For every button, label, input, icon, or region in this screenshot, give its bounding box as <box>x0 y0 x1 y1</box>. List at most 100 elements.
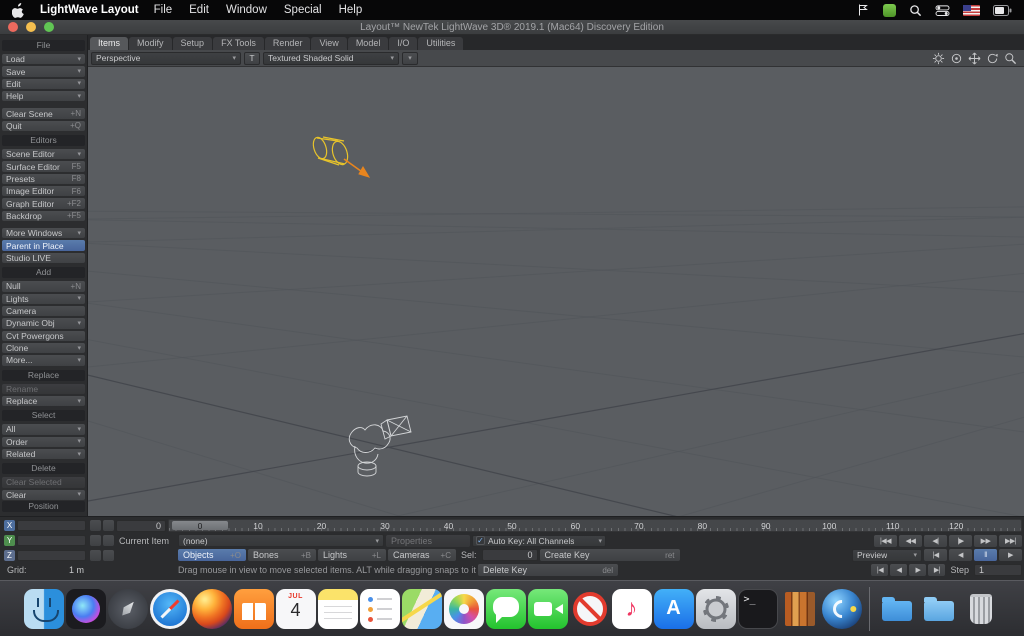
window-titlebar[interactable]: Layout™ NewTek LightWave 3D® 2019.1 (Mac… <box>0 20 1024 35</box>
x-value-field[interactable] <box>17 520 86 531</box>
sidebar-item-replace[interactable]: Replace▾ <box>2 396 85 406</box>
sidebar-item-edit[interactable]: Edit▾ <box>2 79 85 89</box>
battery-icon[interactable] <box>993 5 1012 16</box>
tab-view[interactable]: View <box>311 37 346 50</box>
sidebar-item-load[interactable]: Load▾ <box>2 54 85 64</box>
rotate-icon[interactable] <box>985 51 999 65</box>
sidebar-item-presets[interactable]: PresetsF8 <box>2 174 85 184</box>
create-key-button[interactable]: Create Key ret <box>540 549 680 561</box>
minimize-window-button[interactable] <box>26 22 36 32</box>
trash-dock-icon[interactable] <box>961 589 1001 629</box>
menu-edit[interactable]: Edit <box>189 4 209 16</box>
envelope-button[interactable] <box>90 535 101 546</box>
tab-utilities[interactable]: Utilities <box>418 37 463 50</box>
lightwave-dock-icon[interactable] <box>822 589 862 629</box>
music-dock-icon[interactable]: ♪ <box>612 589 652 629</box>
sidebar-item-studio-live[interactable]: Studio LIVE <box>2 253 85 263</box>
sidebar-item-order[interactable]: Order▾ <box>2 437 85 447</box>
properties-button[interactable]: Properties <box>386 535 470 547</box>
sidebar-item-parent-in-place[interactable]: Parent in Place <box>2 240 85 250</box>
blocked-dock-icon[interactable] <box>570 589 610 629</box>
sidebar-item-surface-editor[interactable]: Surface EditorF5 <box>2 161 85 171</box>
sidebar-item-clear-selected[interactable]: Clear Selected <box>2 477 85 487</box>
menu-window[interactable]: Window <box>226 4 267 16</box>
sidebar-item-related[interactable]: Related▾ <box>2 449 85 459</box>
tab-setup[interactable]: Setup <box>173 37 213 50</box>
system-preferences-dock-icon[interactable] <box>696 589 736 629</box>
step-transport-button-2[interactable]: ▶ <box>909 564 926 576</box>
facetime-dock-icon[interactable] <box>528 589 568 629</box>
preview-dropdown[interactable]: Preview ▾ <box>852 549 922 562</box>
menu-special[interactable]: Special <box>284 4 322 16</box>
photos-dock-icon[interactable] <box>444 589 484 629</box>
checkbox-checked-icon[interactable]: ✓ <box>476 536 485 545</box>
sidebar-item-more[interactable]: More...▾ <box>2 355 85 365</box>
reminders-dock-icon[interactable] <box>360 589 400 629</box>
y-value-field[interactable] <box>17 535 86 546</box>
folder-downloads-dock-icon[interactable] <box>877 589 917 629</box>
sidebar-item-camera[interactable]: Camera <box>2 306 85 316</box>
perspective-viewport[interactable] <box>88 67 1024 516</box>
sidebar-item-graph-editor[interactable]: Graph Editor+F2 <box>2 198 85 208</box>
step-value-field[interactable]: 1 <box>974 564 1022 576</box>
timeline-ruler[interactable]: 0102030405060708090100110120 0 <box>168 519 1022 532</box>
sidebar-item-clear[interactable]: Clear▾ <box>2 490 85 500</box>
firefox-dock-icon[interactable] <box>192 589 232 629</box>
texture-button[interactable] <box>103 535 114 546</box>
gear-icon[interactable] <box>931 51 945 65</box>
pennant-icon[interactable] <box>856 3 870 17</box>
sidebar-item-help[interactable]: Help▾ <box>2 91 85 101</box>
sidebar-item-save[interactable]: Save▾ <box>2 66 85 76</box>
step-transport-button-1[interactable]: ◀ <box>890 564 907 576</box>
menubar-app-name[interactable]: LightWave Layout <box>40 4 139 16</box>
sidebar-item-clone[interactable]: Clone▾ <box>2 343 85 353</box>
z-value-field[interactable] <box>17 550 86 561</box>
sidebar-item-null[interactable]: Null+N <box>2 281 85 291</box>
preview-transport-button-3[interactable]: ▶ <box>999 549 1022 561</box>
step-transport-button-3[interactable]: ▶| <box>928 564 945 576</box>
tab-i-o[interactable]: I/O <box>389 37 417 50</box>
sidebar-item-all[interactable]: All▾ <box>2 424 85 434</box>
step-transport-button-0[interactable]: |◀ <box>871 564 888 576</box>
delete-key-button[interactable]: Delete Key del <box>478 564 618 576</box>
pan-icon[interactable] <box>967 51 981 65</box>
view-mode-dropdown[interactable]: Perspective ▾ <box>91 52 241 65</box>
x-axis-label[interactable]: X <box>4 520 15 531</box>
preview-transport-button-1[interactable]: ◀ <box>949 549 972 561</box>
tab-items[interactable]: Items <box>90 37 128 50</box>
lights-button[interactable]: Lights+L <box>318 549 386 561</box>
app-store-dock-icon[interactable]: A <box>654 589 694 629</box>
folder-documents-dock-icon[interactable] <box>919 589 959 629</box>
control-center-icon[interactable] <box>935 4 950 17</box>
texture-toggle-button[interactable]: T <box>244 52 260 65</box>
book-stack-dock-icon[interactable] <box>780 589 820 629</box>
tab-model[interactable]: Model <box>348 37 389 50</box>
sidebar-item-backdrop[interactable]: Backdrop+F5 <box>2 211 85 221</box>
sidebar-item-cvt-powergons[interactable]: Cvt Powergons <box>2 331 85 341</box>
apple-menu-icon[interactable] <box>12 3 25 18</box>
envelope-button[interactable] <box>90 520 101 531</box>
current-item-dropdown[interactable]: (none) ▾ <box>178 534 384 547</box>
viewport-options-dropdown[interactable]: ▾ <box>402 52 418 65</box>
books-dock-icon[interactable] <box>234 589 274 629</box>
zoom-icon[interactable] <box>1003 51 1017 65</box>
tab-fx-tools[interactable]: FX Tools <box>213 37 264 50</box>
sidebar-item-more-windows[interactable]: More Windows▾ <box>2 228 85 238</box>
launchpad-dock-icon[interactable] <box>108 589 148 629</box>
transport-button-4[interactable]: ▶▶ <box>974 535 997 547</box>
sidebar-item-rename[interactable]: Rename <box>2 384 85 394</box>
sidebar-item-quit[interactable]: Quit+Q <box>2 121 85 131</box>
messages-dock-icon[interactable] <box>486 589 526 629</box>
envelope-button[interactable] <box>90 550 101 561</box>
preview-transport-button-0[interactable]: |◀ <box>924 549 947 561</box>
zoom-window-button[interactable] <box>44 22 54 32</box>
sidebar-item-lights[interactable]: Lights▾ <box>2 294 85 304</box>
green-app-icon[interactable] <box>883 4 896 17</box>
transport-button-3[interactable]: |▶ <box>949 535 972 547</box>
transport-button-5[interactable]: ▶▶| <box>999 535 1022 547</box>
texture-button[interactable] <box>103 550 114 561</box>
calendar-dock-icon[interactable]: JUL4 <box>276 589 316 629</box>
auto-key-toggle[interactable]: ✓ Auto Key: All Channels ▾ <box>472 535 606 547</box>
transport-button-1[interactable]: ◀◀ <box>899 535 922 547</box>
maps-dock-icon[interactable] <box>402 589 442 629</box>
